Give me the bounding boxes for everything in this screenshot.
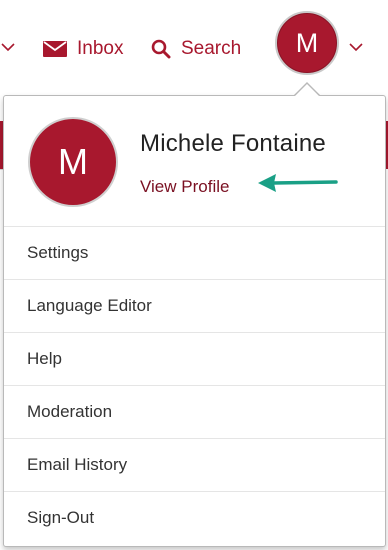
- search-icon: [151, 39, 171, 59]
- inbox-link[interactable]: Inbox: [43, 36, 123, 62]
- profile-avatar[interactable]: M: [28, 117, 118, 207]
- menu-item-settings[interactable]: Settings: [4, 226, 385, 279]
- menu-item-email-history[interactable]: Email History: [4, 438, 385, 491]
- annotation-arrow-icon: [256, 172, 338, 199]
- chevron-down-icon[interactable]: [0, 40, 16, 54]
- page: Inbox Search M M Michele Fontaine View P…: [0, 0, 388, 550]
- inbox-label: Inbox: [77, 38, 124, 59]
- profile-header: M Michele Fontaine View Profile: [4, 96, 385, 226]
- envelope-icon: [43, 41, 67, 57]
- menu-item-moderation[interactable]: Moderation: [4, 385, 385, 438]
- user-dropdown-menu: M Michele Fontaine View Profile Settings…: [3, 95, 386, 547]
- dropdown-caret-fill: [294, 84, 320, 97]
- menu-item-language-editor[interactable]: Language Editor: [4, 279, 385, 332]
- view-profile-link[interactable]: View Profile: [140, 177, 229, 197]
- user-avatar-button[interactable]: M: [275, 11, 339, 75]
- menu-item-help[interactable]: Help: [4, 332, 385, 385]
- menu-item-sign-out[interactable]: Sign-Out: [4, 491, 385, 544]
- menu-list: Settings Language Editor Help Moderation…: [4, 226, 385, 544]
- search-label: Search: [181, 38, 242, 59]
- profile-name: Michele Fontaine: [140, 130, 326, 157]
- search-link[interactable]: Search: [151, 36, 241, 62]
- user-menu-chevron-icon[interactable]: [348, 40, 364, 54]
- top-navigation: Inbox Search M: [0, 0, 388, 96]
